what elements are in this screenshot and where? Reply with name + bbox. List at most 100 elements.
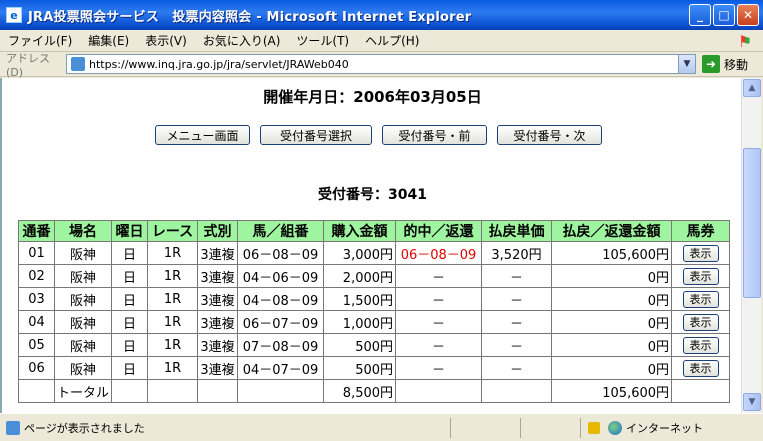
cell-combination: 07－08－09 — [237, 333, 325, 357]
menu-screen-button[interactable]: メニュー画面 — [155, 125, 250, 145]
cell-combination: 04－08－09 — [237, 287, 325, 311]
col-bet-type: 式別 — [197, 220, 239, 242]
cell-ticket: 表示 — [671, 310, 731, 334]
scroll-down-icon[interactable]: ▼ — [743, 393, 761, 411]
cell-bet-type: 3連複 — [197, 241, 239, 265]
title-bar: e JRA投票照会サービス 投票内容照会 - Microsoft Interne… — [0, 0, 763, 30]
cell-ticket: 表示 — [671, 264, 731, 288]
total-cell-empty — [18, 379, 55, 403]
total-payout: 105,600円 — [551, 379, 673, 403]
show-ticket-button[interactable]: 表示 — [682, 244, 719, 262]
total-row: トータル 8,500円 105,600円 — [18, 379, 731, 403]
cell-unit-payout: 3,520円 — [481, 241, 553, 265]
address-input[interactable]: https://www.inq.jra.go.jp/jra/servlet/JR… — [66, 54, 696, 74]
cell-ticket: 表示 — [671, 333, 731, 357]
address-label: アドレス(D) — [6, 51, 50, 79]
cell-race: 1R — [147, 264, 199, 288]
menu-favorites[interactable]: お気に入り(A) — [203, 32, 281, 49]
cell-payout-amount: 0円 — [551, 333, 673, 357]
address-bar: アドレス(D) https://www.inq.jra.go.jp/jra/se… — [0, 51, 763, 79]
lock-icon — [588, 422, 600, 434]
go-label: 移動 — [724, 57, 749, 72]
table-row: 01 阪神日 1R 3連複 06－08－09 3,000円 06－08－09 3,520円 10… — [18, 241, 731, 265]
col-day: 曜日 — [111, 220, 149, 242]
total-cell-empty — [237, 379, 325, 403]
cell-hit-refund: － — [395, 287, 483, 311]
show-ticket-button[interactable]: 表示 — [682, 359, 719, 377]
total-cell-empty — [671, 379, 731, 403]
cell-unit-payout: － — [481, 356, 553, 380]
nav-button-row: メニュー画面 受付番号選択 受付番号・前 受付番号・次 — [155, 125, 602, 145]
menu-tools[interactable]: ツール(T) — [296, 32, 349, 49]
cell-day: 日 — [111, 264, 149, 288]
cell-purchase: 500円 — [323, 356, 397, 380]
cell-unit-payout: － — [481, 310, 553, 334]
cell-serial: 03 — [18, 287, 55, 311]
scroll-up-icon[interactable]: ▲ — [743, 79, 761, 97]
status-text: ページが表示されました — [24, 421, 145, 435]
total-cell-empty — [111, 379, 149, 403]
cell-day: 日 — [111, 333, 149, 357]
address-dropdown-icon[interactable]: ▼ — [678, 55, 695, 73]
menu-file[interactable]: ファイル(F) — [8, 32, 72, 49]
cell-combination: 04－07－09 — [237, 356, 325, 380]
next-receipt-button[interactable]: 受付番号・次 — [497, 125, 602, 145]
cell-serial: 06 — [18, 356, 55, 380]
cell-payout-amount: 0円 — [551, 264, 673, 288]
cell-purchase: 2,000円 — [323, 264, 397, 288]
vertical-scrollbar[interactable]: ▲ ▼ — [741, 78, 761, 413]
table-row: 03 阪神日 1R 3連複 04－08－09 1,500円－－ 0円 表示 — [18, 287, 731, 311]
go-arrow-icon: ➜ — [702, 55, 720, 73]
maximize-button[interactable]: □ — [713, 4, 735, 26]
windows-logo-icon: ⚑ — [731, 31, 759, 51]
cell-day: 日 — [111, 241, 149, 265]
meeting-date: 開催年月日：2006年03月05日 — [263, 88, 482, 106]
cell-hit-refund: － — [395, 264, 483, 288]
menu-bar: ファイル(F) 編集(E) 表示(V) お気に入り(A) ツール(T) ヘルプ(… — [0, 30, 763, 52]
status-bar: ページが表示されました インターネット — [0, 413, 763, 441]
show-ticket-button[interactable]: 表示 — [682, 290, 719, 308]
minimize-button[interactable]: _ — [689, 4, 711, 26]
cell-venue: 阪神 — [53, 241, 113, 265]
prev-receipt-button[interactable]: 受付番号・前 — [382, 125, 487, 145]
close-button[interactable]: ✕ — [737, 4, 759, 26]
cell-venue: 阪神 — [53, 264, 113, 288]
cell-day: 日 — [111, 310, 149, 334]
cell-venue: 阪神 — [53, 356, 113, 380]
cell-purchase: 1,500円 — [323, 287, 397, 311]
status-divider — [580, 418, 581, 438]
show-ticket-button[interactable]: 表示 — [682, 336, 719, 354]
cell-payout-amount: 105,600円 — [551, 241, 673, 265]
menu-edit[interactable]: 編集(E) — [88, 32, 129, 49]
select-receipt-button[interactable]: 受付番号選択 — [260, 125, 372, 145]
cell-combination: 06－08－09 — [237, 241, 325, 265]
cell-venue: 阪神 — [53, 310, 113, 334]
go-button[interactable]: ➜ 移動 — [702, 55, 748, 73]
menu-view[interactable]: 表示(V) — [145, 32, 187, 49]
show-ticket-button[interactable]: 表示 — [682, 313, 719, 331]
col-unit-payout: 払戻単価 — [481, 220, 553, 242]
cell-serial: 01 — [18, 241, 55, 265]
total-label: トータル — [53, 379, 113, 403]
cell-race: 1R — [147, 356, 199, 380]
show-ticket-button[interactable]: 表示 — [682, 267, 719, 285]
menu-help[interactable]: ヘルプ(H) — [365, 32, 419, 49]
page-done-icon — [6, 420, 20, 435]
table-row: 04 阪神日 1R 3連複 06－07－09 1,000円－－ 0円 表示 — [18, 310, 731, 334]
cell-bet-type: 3連複 — [197, 356, 239, 380]
col-race: レース — [147, 220, 199, 242]
page-icon — [71, 57, 85, 71]
ie-icon: e — [6, 7, 22, 23]
cell-ticket: 表示 — [671, 241, 731, 265]
cell-combination: 04－06－09 — [237, 264, 325, 288]
cell-race: 1R — [147, 287, 199, 311]
total-cell-empty — [481, 379, 553, 403]
table-row: 06 阪神日 1R 3連複 04－07－09 500円－－ 0円 表示 — [18, 356, 731, 380]
cell-purchase: 1,000円 — [323, 310, 397, 334]
cell-combination: 06－07－09 — [237, 310, 325, 334]
cell-payout-amount: 0円 — [551, 287, 673, 311]
total-cell-empty — [197, 379, 239, 403]
scroll-thumb[interactable] — [743, 148, 761, 298]
cell-race: 1R — [147, 310, 199, 334]
address-url: https://www.inq.jra.go.jp/jra/servlet/JR… — [89, 57, 349, 71]
